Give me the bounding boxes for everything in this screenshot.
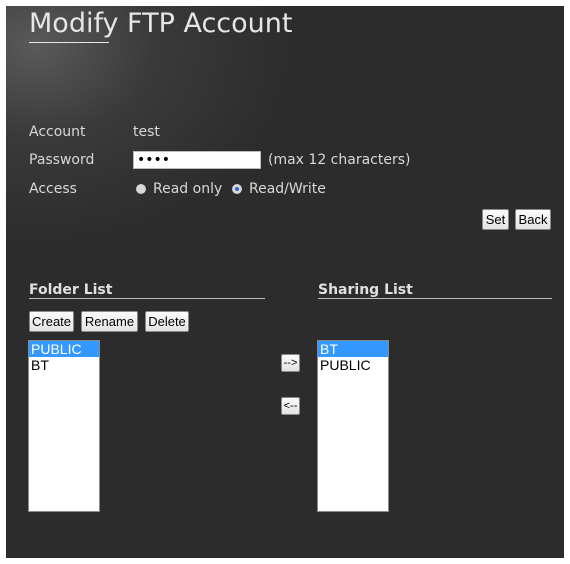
page-title: Modify FTP Account	[29, 8, 293, 39]
sharing-listbox[interactable]: BT PUBLIC	[317, 340, 389, 512]
folder-item-bt[interactable]: BT	[29, 357, 99, 373]
remove-from-sharing-button[interactable]: <--	[281, 397, 300, 415]
sharing-list-title: Sharing List	[318, 282, 413, 298]
folder-listbox[interactable]: PUBLIC BT	[28, 340, 100, 512]
add-to-sharing-button[interactable]: -->	[281, 354, 300, 372]
sharing-list-rule	[318, 298, 552, 299]
folder-list-rule	[29, 298, 265, 299]
password-hint: (max 12 characters)	[268, 152, 411, 168]
radio-read-only[interactable]	[136, 184, 146, 194]
title-underline	[29, 42, 109, 43]
password-label: Password	[29, 152, 95, 168]
set-button[interactable]: Set	[482, 209, 509, 230]
ftp-account-panel: Modify FTP Account Account test Password…	[6, 6, 564, 558]
sharing-item-bt[interactable]: BT	[318, 341, 388, 357]
rename-button[interactable]: Rename	[81, 311, 138, 332]
back-button[interactable]: Back	[515, 209, 551, 230]
folder-list-title: Folder List	[29, 282, 113, 298]
folder-item-public[interactable]: PUBLIC	[29, 341, 99, 357]
sharing-item-public[interactable]: PUBLIC	[318, 357, 388, 373]
radio-read-only-label: Read only	[153, 181, 223, 197]
create-button[interactable]: Create	[29, 311, 74, 332]
delete-button[interactable]: Delete	[145, 311, 189, 332]
account-label: Account	[29, 124, 86, 140]
password-field[interactable]: ••••	[133, 151, 261, 169]
radio-read-write-label: Read/Write	[249, 181, 326, 197]
access-label: Access	[29, 181, 77, 197]
account-value: test	[133, 124, 160, 140]
radio-read-write[interactable]	[232, 184, 242, 194]
